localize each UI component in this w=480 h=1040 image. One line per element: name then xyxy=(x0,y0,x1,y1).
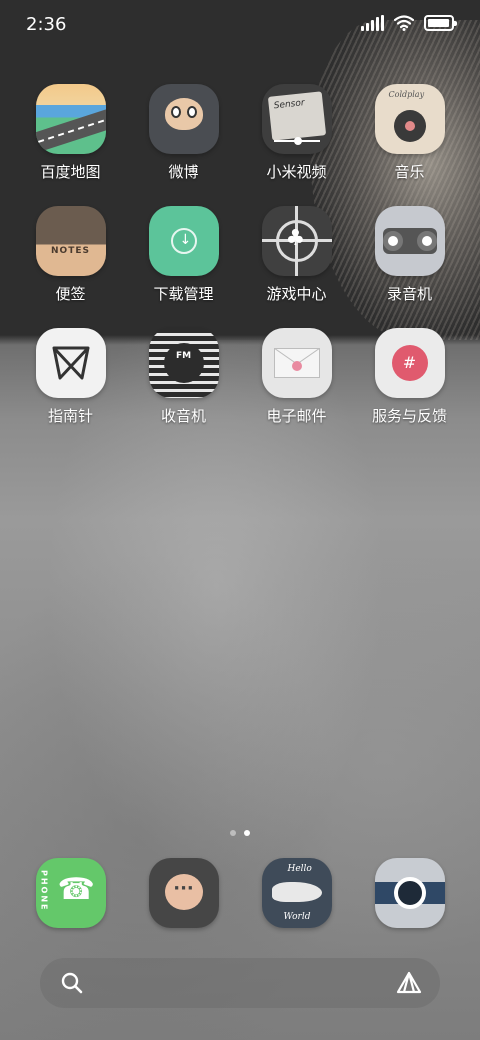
page-dot[interactable] xyxy=(230,830,236,836)
app-label: 指南针 xyxy=(47,407,93,425)
email-icon xyxy=(261,328,332,398)
search-input[interactable] xyxy=(90,968,380,998)
compass-icon xyxy=(35,328,106,398)
game-center-icon: ♣ xyxy=(261,206,332,276)
music-icon: Coldplay xyxy=(374,84,445,154)
app-game-center[interactable]: ♣ 游戏中心 xyxy=(240,206,353,304)
search-icon[interactable] xyxy=(60,971,84,995)
app-weibo[interactable]: 微博 xyxy=(127,84,240,182)
app-compass[interactable]: 指南针 xyxy=(14,328,127,426)
recorder-icon xyxy=(374,206,445,276)
app-service-feedback[interactable]: # 服务与反馈 xyxy=(353,328,466,426)
dock-browser[interactable]: Hello World xyxy=(240,858,353,928)
app-label: 下载管理 xyxy=(153,285,214,303)
radio-icon: FM xyxy=(148,328,219,398)
app-label: 游戏中心 xyxy=(266,285,327,303)
camera-icon xyxy=(374,858,445,928)
status-icons xyxy=(361,15,457,31)
app-label: 服务与反馈 xyxy=(371,407,447,425)
app-radio[interactable]: FM 收音机 xyxy=(127,328,240,426)
feedback-icon: # xyxy=(374,328,445,398)
browser-icon: Hello World xyxy=(261,858,332,928)
dock: PHONE ☎ ··· Hello World xyxy=(14,858,466,928)
app-mi-video[interactable]: Sensor 小米视频 xyxy=(240,84,353,182)
app-label: 百度地图 xyxy=(40,163,101,181)
app-label: 小米视频 xyxy=(266,163,327,181)
phone-icon: PHONE ☎ xyxy=(35,858,106,928)
app-recorder[interactable]: 录音机 xyxy=(353,206,466,304)
app-email[interactable]: 电子邮件 xyxy=(240,328,353,426)
concrete-texture xyxy=(0,340,480,1040)
app-label: 便签 xyxy=(55,285,86,303)
wifi-icon xyxy=(394,15,414,31)
battery-icon xyxy=(424,15,457,31)
app-music[interactable]: Coldplay 音乐 xyxy=(353,84,466,182)
assistant-icon[interactable] xyxy=(396,971,422,995)
page-dot-active[interactable] xyxy=(244,830,250,836)
battery-fill xyxy=(428,19,449,27)
clock: 2:36 xyxy=(26,14,67,35)
dock-messages[interactable]: ··· xyxy=(127,858,240,928)
signal-icon xyxy=(361,15,384,31)
baidu-map-icon xyxy=(35,84,106,154)
app-download-manager[interactable]: ↓ 下载管理 xyxy=(127,206,240,304)
app-label: 收音机 xyxy=(160,407,206,425)
dock-phone[interactable]: PHONE ☎ xyxy=(14,858,127,928)
notes-icon: NOTES xyxy=(35,206,106,276)
app-label: 录音机 xyxy=(386,285,432,303)
app-label: 微博 xyxy=(168,163,199,181)
status-bar: 2:36 xyxy=(0,0,480,50)
app-label: 电子邮件 xyxy=(266,407,327,425)
search-bar[interactable] xyxy=(40,958,440,1008)
page-indicator xyxy=(0,830,480,836)
app-label: 音乐 xyxy=(394,163,425,181)
weibo-icon xyxy=(148,84,219,154)
messages-icon: ··· xyxy=(148,858,219,928)
download-icon: ↓ xyxy=(148,206,219,276)
app-notes[interactable]: NOTES 便签 xyxy=(14,206,127,304)
dock-camera[interactable] xyxy=(353,858,466,928)
app-baidu-map[interactable]: 百度地图 xyxy=(14,84,127,182)
app-grid: 百度地图 微博 Sensor 小米视频 Coldplay 音乐 NOTES 便签… xyxy=(14,84,466,426)
mi-video-icon: Sensor xyxy=(261,84,332,154)
